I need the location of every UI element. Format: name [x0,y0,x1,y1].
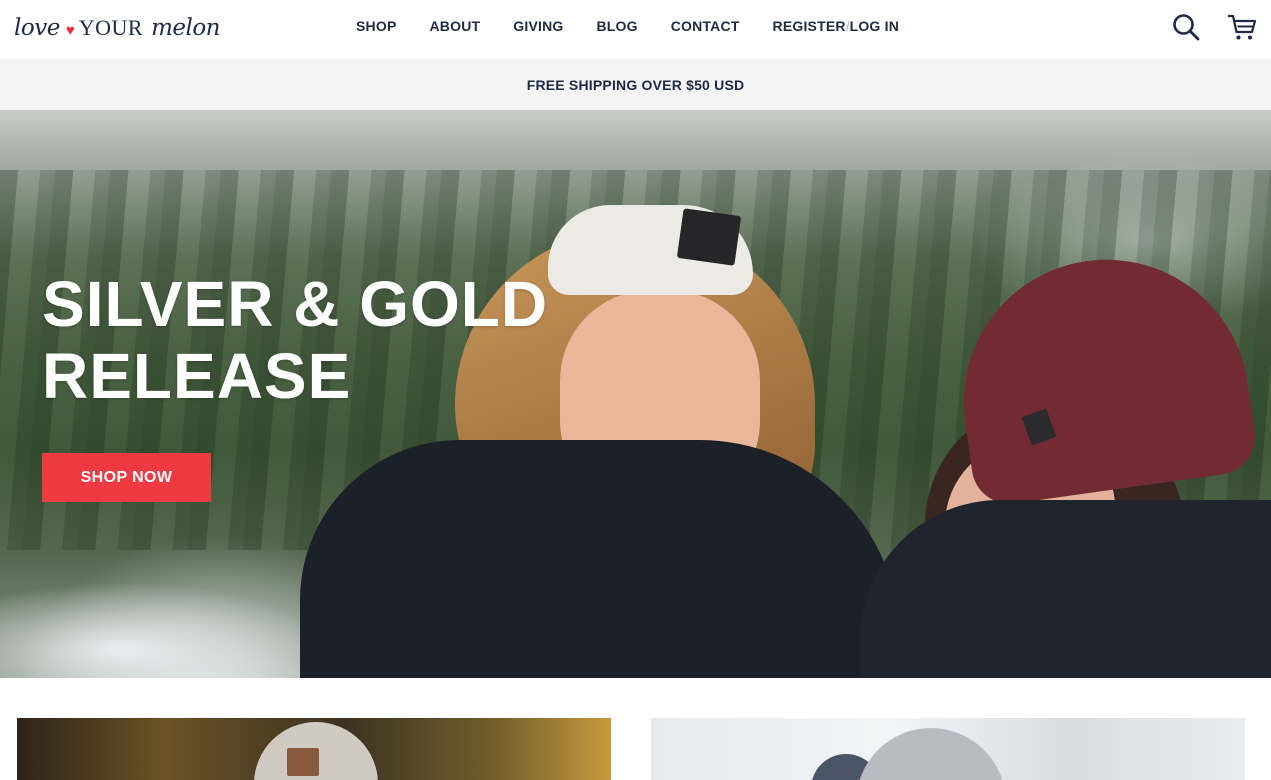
promo-text: FREE SHIPPING OVER $50 USD [526,77,745,93]
card-right-hat-image-2 [856,728,1006,780]
cart-icon[interactable] [1227,12,1257,42]
model-left-jacket [300,440,900,678]
shop-now-button[interactable]: SHOP NOW [42,453,211,502]
search-icon[interactable] [1171,12,1201,42]
hero-title: SILVER & GOLD RELEASE [42,268,548,412]
nav-about[interactable]: ABOUT [429,18,480,34]
category-card-left[interactable] [17,718,611,780]
hero-banner: SILVER & GOLD RELEASE SHOP NOW [0,110,1271,678]
card-left-logo-patch [287,748,319,776]
brand-logo[interactable]: love ♥ YOUR melon [14,8,220,48]
header-actions [1171,12,1257,42]
login-link[interactable]: LOG IN [850,18,899,34]
logo-your-text: YOUR [78,15,144,40]
hero-title-line-2: RELEASE [42,340,352,412]
main-nav: SHOP ABOUT GIVING BLOG CONTACT REGISTER … [356,18,899,34]
nav-giving[interactable]: GIVING [513,18,563,34]
category-card-right[interactable] [651,718,1245,780]
nav-contact[interactable]: CONTACT [671,18,740,34]
nav-shop[interactable]: SHOP [356,18,396,34]
promo-banner: FREE SHIPPING OVER $50 USD [0,60,1271,110]
model-right-jacket [860,500,1271,678]
logo-melon-text: melon [151,15,220,41]
hero-title-line-1: SILVER & GOLD [42,268,549,340]
headband-logo-patch [676,208,742,266]
account-links: REGISTER / LOG IN [773,18,899,34]
nav-blog[interactable]: BLOG [596,18,637,34]
site-header: love ♥ YOUR melon SHOP ABOUT GIVING BLOG… [0,0,1271,60]
register-link[interactable]: REGISTER [773,18,846,34]
logo-love-text: love [14,15,60,41]
heart-icon: ♥ [65,21,75,39]
